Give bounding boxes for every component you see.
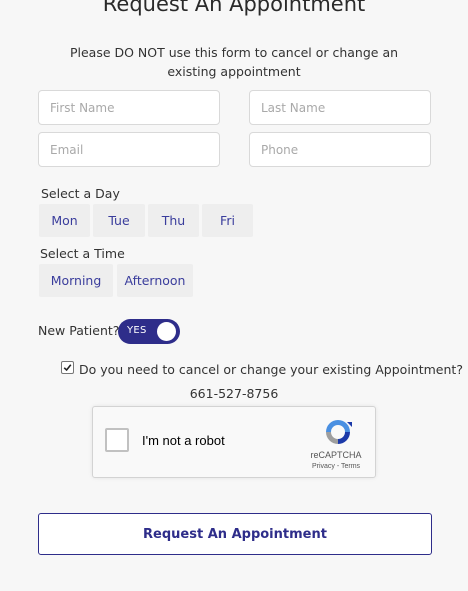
checkmark-icon: [63, 364, 72, 372]
select-time-label: Select a Time: [40, 246, 125, 261]
form-title: Request An Appointment: [102, 0, 366, 16]
email-input[interactable]: [38, 132, 220, 167]
phone-input[interactable]: [249, 132, 431, 167]
day-option-tue[interactable]: Tue: [93, 204, 145, 237]
recaptcha-checkbox[interactable]: [105, 428, 129, 452]
recaptcha-label: I'm not a robot: [142, 433, 225, 448]
toggle-text: YES: [127, 325, 147, 336]
day-option-thu[interactable]: Thu: [148, 204, 199, 237]
new-patient-toggle[interactable]: YES: [118, 319, 180, 344]
form-notice: Please DO NOT use this form to cancel or…: [69, 45, 399, 79]
recaptcha-links[interactable]: Privacy - Terms: [306, 463, 366, 470]
toggle-knob: [157, 322, 176, 341]
last-name-input[interactable]: [249, 90, 431, 125]
request-appointment-button[interactable]: Request An Appointment: [38, 513, 432, 555]
cancel-change-label: Do you need to cancel or change your exi…: [79, 362, 463, 377]
select-day-label: Select a Day: [41, 186, 120, 201]
day-option-fri[interactable]: Fri: [202, 204, 253, 237]
time-option-morning[interactable]: Morning: [39, 264, 113, 297]
recaptcha-widget: I'm not a robot reCAPTCHA Privacy - Term…: [92, 406, 376, 478]
first-name-input[interactable]: [38, 90, 220, 125]
office-phone: 661-527-8756: [189, 386, 279, 401]
recaptcha-brand: reCAPTCHA: [310, 450, 362, 460]
new-patient-label: New Patient?: [38, 323, 120, 338]
day-option-mon[interactable]: Mon: [39, 204, 90, 237]
recaptcha-logo-icon: [326, 420, 352, 444]
cancel-change-checkbox[interactable]: [61, 361, 74, 374]
time-option-afternoon[interactable]: Afternoon: [117, 264, 193, 297]
